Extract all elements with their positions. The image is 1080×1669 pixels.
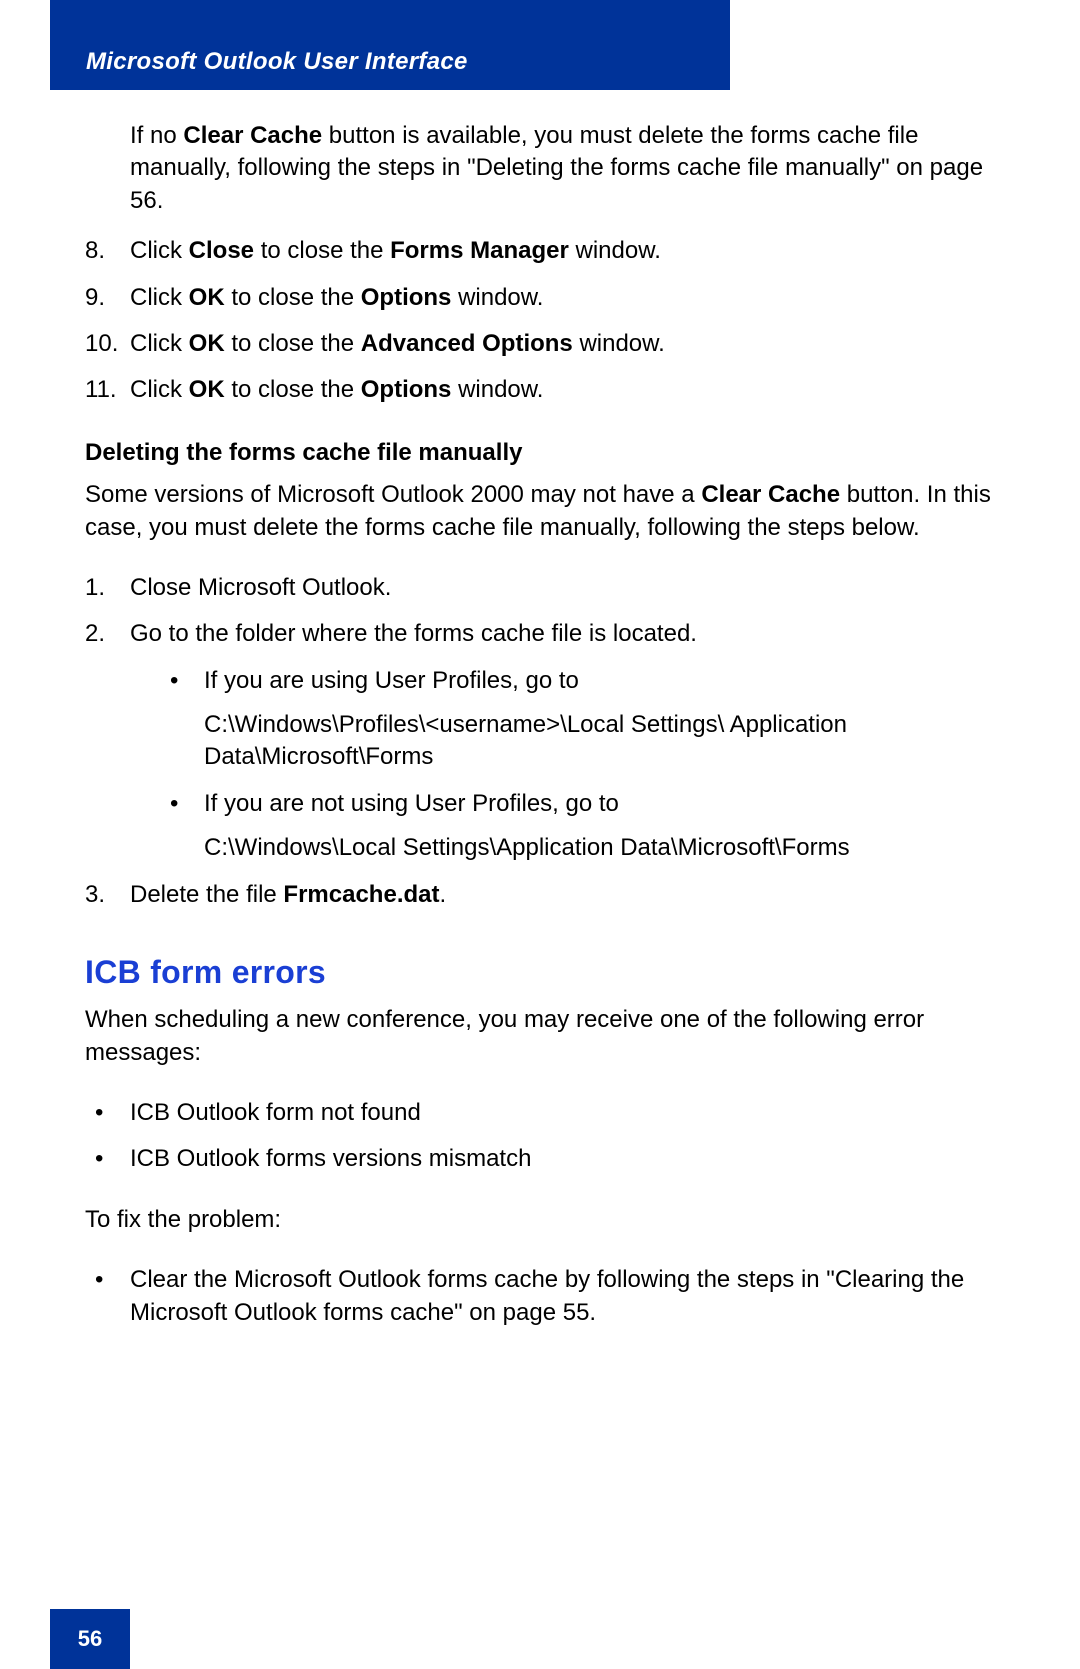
page: Microsoft Outlook User Interface If no C… xyxy=(0,0,1080,1669)
subheading: Deleting the forms cache file manually xyxy=(85,437,995,469)
header-title: Microsoft Outlook User Interface xyxy=(86,48,468,76)
path-text: C:\Windows\Local Settings\Application Da… xyxy=(204,832,995,864)
bullet-list: ICB Outlook form not found ICB Outlook f… xyxy=(85,1097,995,1176)
numbered-list-continued: 8. Click Close to close the Forms Manage… xyxy=(85,235,995,407)
text: Click xyxy=(130,330,189,357)
text: Click xyxy=(130,376,189,403)
sub-bullet-list: If you are using User Profiles, go to C:… xyxy=(170,665,995,865)
list-item: ICB Outlook forms versions mismatch xyxy=(85,1143,995,1175)
text: Click xyxy=(130,237,189,264)
list-number: 9. xyxy=(85,282,125,314)
content-area: If no Clear Cache button is available, y… xyxy=(85,120,995,1357)
list-item: 3. Delete the file Frmcache.dat. xyxy=(85,879,995,911)
text: to close the xyxy=(225,284,361,311)
text: If you are using User Profiles, go to xyxy=(204,667,579,694)
list-item: 10. Click OK to close the Advanced Optio… xyxy=(85,328,995,360)
list-number: 8. xyxy=(85,235,125,267)
bold-text: Close xyxy=(189,237,254,264)
bold-text: OK xyxy=(189,376,225,403)
list-item: If you are using User Profiles, go to C:… xyxy=(170,665,995,774)
page-number: 56 xyxy=(78,1626,102,1652)
bold-text: Forms Manager xyxy=(390,237,569,264)
text: to close the xyxy=(254,237,390,264)
text: . xyxy=(439,881,446,908)
text: to close the xyxy=(225,376,361,403)
text: window. xyxy=(569,237,661,264)
bold-text: Options xyxy=(361,284,452,311)
section-heading: ICB form errors xyxy=(85,951,995,994)
text: window. xyxy=(451,376,543,403)
intro-paragraph: If no Clear Cache button is available, y… xyxy=(130,120,995,217)
list-number: 10. xyxy=(85,328,125,360)
paragraph: When scheduling a new conference, you ma… xyxy=(85,1004,995,1069)
bold-text: OK xyxy=(189,330,225,357)
list-number: 2. xyxy=(85,618,125,650)
paragraph: Some versions of Microsoft Outlook 2000 … xyxy=(85,479,995,544)
bold-text: Clear Cache xyxy=(183,122,322,149)
bold-text: Options xyxy=(361,376,452,403)
list-item: If you are not using User Profiles, go t… xyxy=(170,788,995,865)
text: Some versions of Microsoft Outlook 2000 … xyxy=(85,481,701,508)
text: Close Microsoft Outlook. xyxy=(130,574,391,601)
list-item: ICB Outlook form not found xyxy=(85,1097,995,1129)
list-item: 8. Click Close to close the Forms Manage… xyxy=(85,235,995,267)
list-item: 11. Click OK to close the Options window… xyxy=(85,374,995,406)
list-item: Clear the Microsoft Outlook forms cache … xyxy=(85,1264,995,1329)
text: Delete the file xyxy=(130,881,283,908)
page-number-box: 56 xyxy=(50,1609,130,1669)
list-number: 11. xyxy=(85,374,125,406)
list-item: 1. Close Microsoft Outlook. xyxy=(85,572,995,604)
list-number: 3. xyxy=(85,879,125,911)
bold-text: OK xyxy=(189,284,225,311)
list-number: 1. xyxy=(85,572,125,604)
text: Go to the folder where the forms cache f… xyxy=(130,620,697,647)
list-item: 2. Go to the folder where the forms cach… xyxy=(85,618,995,864)
text: to close the xyxy=(225,330,361,357)
bold-text: Frmcache.dat xyxy=(283,881,439,908)
path-text: C:\Windows\Profiles\<username>\Local Set… xyxy=(204,709,995,774)
paragraph: To fix the problem: xyxy=(85,1204,995,1236)
header-bar: Microsoft Outlook User Interface xyxy=(50,0,730,90)
list-item: 9. Click OK to close the Options window. xyxy=(85,282,995,314)
numbered-list: 1. Close Microsoft Outlook. 2. Go to the… xyxy=(85,572,995,911)
text: If no xyxy=(130,122,183,149)
text: Click xyxy=(130,284,189,311)
bullet-list: Clear the Microsoft Outlook forms cache … xyxy=(85,1264,995,1329)
bold-text: Clear Cache xyxy=(701,481,840,508)
text: window. xyxy=(573,330,665,357)
text: window. xyxy=(451,284,543,311)
bold-text: Advanced Options xyxy=(361,330,573,357)
text: If you are not using User Profiles, go t… xyxy=(204,790,619,817)
